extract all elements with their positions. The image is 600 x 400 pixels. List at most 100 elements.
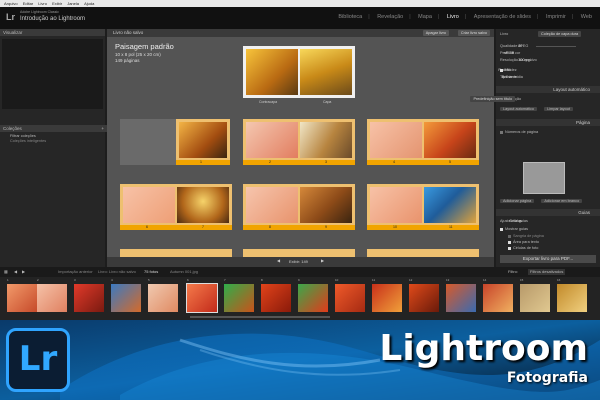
spread-row2-3[interactable]: 10 11 [367,184,479,230]
jpeg-quality-value[interactable]: 80 [518,43,522,49]
page-bar: 2 3 [243,160,355,165]
media-value[interactable]: Brilhante [502,74,517,80]
export-pdf-button[interactable]: Exportar livro para PDF... [500,255,596,263]
page-header[interactable]: Página [496,119,600,126]
menu-ajuda[interactable]: Ajuda [84,1,94,6]
cover-spread[interactable] [243,46,355,98]
filmstrip-thumb[interactable] [335,284,365,312]
collections-list: Filtrar coleções Coleções inteligentes [0,134,105,144]
guides-header[interactable]: Guias [496,209,600,216]
page-number-row: Números de página [500,129,538,135]
menu-editar[interactable]: Editar [23,1,33,6]
spread-row2-1[interactable]: 6 7 [120,184,232,230]
thumb-number: 2 [37,278,39,282]
autolayout-header[interactable]: Layout automático [496,86,600,93]
jpeg-quality-slider[interactable] [536,46,576,47]
book-type-dropdown[interactable]: Coleção de capa dura [538,31,582,37]
collections-header[interactable]: Coleções + [0,125,108,132]
filmstrip-scrollbar[interactable] [190,316,330,318]
filmstrip-thumb[interactable] [520,284,550,312]
guides-setting-value[interactable]: Células [509,218,522,224]
menu-arquivo[interactable]: Arquivo [4,1,18,6]
page-number: 1 [200,160,202,164]
filmstrip-thumb[interactable] [261,284,291,312]
autolayout-title: Layout automático [553,87,590,92]
forward-icon[interactable]: ▶ [22,267,25,277]
module-biblioteca[interactable]: Biblioteca [338,14,362,20]
filmstrip-thumb[interactable] [557,284,587,312]
page-photo [424,122,476,158]
thumb-number: 11 [372,278,376,282]
page-photo [300,122,352,158]
filmstrip-thumb[interactable] [298,284,328,312]
filmstrip-thumb[interactable] [37,284,67,312]
source-label[interactable]: Importação anterior [58,267,93,277]
page-view-label[interactable]: Exibir: 149 [289,259,308,264]
filter-dropdown[interactable]: Filtros desativados [528,269,566,275]
spread-row1-2[interactable]: 2 3 [243,119,355,165]
page-layout-preview[interactable] [523,162,565,194]
autolayout-button[interactable]: Layout automático [500,107,538,111]
module-mapa[interactable]: Mapa [418,14,432,20]
thumb-number: 8 [261,278,263,282]
page-number-checkbox[interactable] [500,130,503,134]
next-page-icon[interactable]: ▶ [321,258,324,263]
module-imprimir[interactable]: Imprimir [546,14,566,20]
module-web[interactable]: Web [581,14,592,20]
grid-view-icon[interactable]: ▦ [4,267,8,277]
filmstrip-thumb[interactable] [483,284,513,312]
module-revelacao[interactable]: Revelação [377,14,403,20]
jpeg-quality-label: Qualidade JPEG [500,44,529,48]
banner-subtitle: Fotografia [506,370,588,386]
catalog-title[interactable]: Introdução ao Lightroom [20,16,85,22]
book-type-row: Livro Coleção de capa dura [500,31,582,37]
filter-label: Filtro: [508,269,518,274]
module-slides[interactable]: Apresentação de slides [474,14,531,20]
menu-livro[interactable]: Livro [38,1,47,6]
guide-text-checkbox[interactable] [508,240,511,244]
book-pages: 149 páginas [115,58,140,63]
filmstrip-thumb[interactable] [148,284,178,312]
back-icon[interactable]: ◀ [14,267,17,277]
filmstrip-thumb[interactable] [409,284,439,312]
spread-row3-1[interactable] [120,249,232,257]
add-blank-button[interactable]: Adicionar em branco [541,199,583,203]
spread-row1-3[interactable]: 4 5 [367,119,479,165]
prev-page-icon[interactable]: ◀ [277,258,280,263]
create-saved-book-button[interactable]: Criar livro salvo [457,30,490,36]
add-collection-icon[interactable]: + [101,125,104,132]
menu-bar: Arquivo Editar Livro Exibir Janela Ajuda [0,0,600,7]
module-picker: Biblioteca | Revelação | Mapa | Livro | Apre… [338,14,592,20]
clear-layout-button[interactable]: Limpar layout [544,107,573,111]
resolution-value[interactable]: 300 ppi [518,57,530,63]
menu-exibir[interactable]: Exibir [52,1,62,6]
add-page-button[interactable]: Adicionar página [500,199,535,203]
show-guides-checkbox[interactable] [500,227,503,231]
filmstrip-thumb[interactable] [224,284,254,312]
guide-bleed-checkbox[interactable] [508,234,511,238]
preset-dropdown[interactable]: Predefinição sem título [470,96,516,102]
thumb-number: 5 [148,278,150,282]
sharpen-value[interactable]: Padrão [498,67,510,73]
filmstrip-thumb[interactable] [111,284,141,312]
collections-title: Coleções [3,126,22,131]
page-photo [370,187,422,223]
spread-row2-2[interactable]: 8 9 [243,184,355,230]
collection-smart[interactable]: Coleções inteligentes [0,139,105,144]
filmstrip-thumb[interactable] [372,284,402,312]
filmstrip-thumb[interactable] [446,284,476,312]
filmstrip-thumb[interactable] [7,284,37,312]
filmstrip-thumb[interactable] [74,284,104,312]
book-toolbar: Livro não salvo Apagar livro Criar livro… [107,29,494,37]
clear-book-button[interactable]: Apagar livro [422,30,449,36]
spread-row1-1[interactable]: 1 [120,119,230,165]
spread-row3-3[interactable] [367,249,479,257]
filmstrip: 1 2 3 4 5 6 7 8 9 10 11 12 13 14 15 16 [0,277,600,320]
guide-cells-checkbox[interactable] [508,246,511,250]
spread-row3-2[interactable] [243,249,355,257]
navigator-header[interactable]: Visualizar [0,29,105,36]
menu-janela[interactable]: Janela [67,1,79,6]
color-profile-value[interactable]: sRGB [504,50,514,56]
module-livro[interactable]: Livro [447,14,459,20]
filmstrip-thumb-selected[interactable] [186,283,218,313]
